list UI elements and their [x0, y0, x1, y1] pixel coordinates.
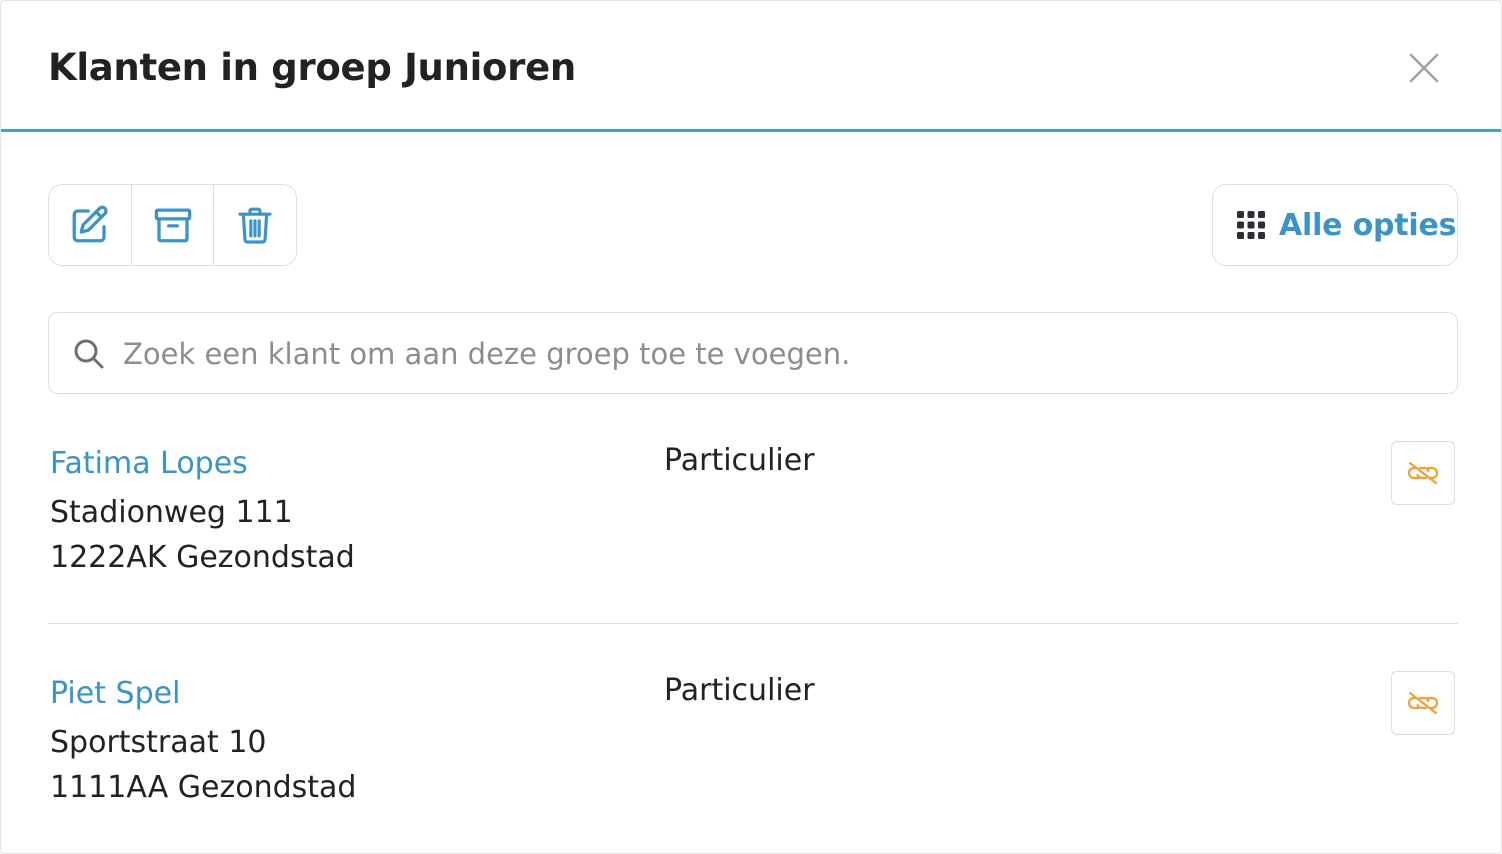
client-group-dialog: Klanten in groep Junioren Alle opties Zo…: [0, 0, 1502, 854]
client-type: Particulier: [664, 443, 815, 478]
archive-button[interactable]: [132, 185, 215, 265]
all-options-label: Alle opties: [1279, 207, 1457, 243]
edit-button[interactable]: [49, 185, 132, 265]
client-name-link[interactable]: Fatima Lopes: [50, 444, 248, 484]
client-search-input[interactable]: [121, 327, 1425, 381]
grid-icon: [1237, 211, 1265, 239]
client-street: Sportstraat 10: [50, 725, 267, 760]
dialog-title: Klanten in groep Junioren: [48, 46, 576, 89]
client-search: [48, 312, 1458, 394]
delete-button[interactable]: [214, 185, 296, 265]
close-button[interactable]: [1401, 45, 1447, 91]
client-name-link[interactable]: Piet Spel: [50, 674, 180, 714]
client-street: Stadionweg 111: [50, 495, 293, 530]
client-row: Fatima Lopes Stadionweg 111 1222AK Gezon…: [48, 441, 1458, 624]
client-type: Particulier: [664, 673, 815, 708]
remove-from-group-button[interactable]: [1391, 441, 1455, 505]
client-city: 1111AA Gezondstad: [50, 770, 357, 805]
client-row: Piet Spel Sportstraat 10 1111AA Gezondst…: [48, 671, 1458, 831]
edit-icon: [72, 205, 108, 243]
all-options-button[interactable]: Alle opties: [1212, 184, 1458, 266]
remove-from-group-button[interactable]: [1391, 671, 1455, 735]
client-city: 1222AK Gezondstad: [50, 540, 355, 575]
dialog-header: Klanten in groep Junioren: [1, 1, 1501, 132]
action-toolbar: [48, 184, 297, 266]
close-icon: [1409, 53, 1439, 83]
unlink-icon: [1407, 461, 1439, 485]
archive-icon: [154, 208, 191, 243]
unlink-icon: [1407, 691, 1439, 715]
trash-icon: [238, 207, 272, 244]
search-icon: [74, 339, 104, 369]
